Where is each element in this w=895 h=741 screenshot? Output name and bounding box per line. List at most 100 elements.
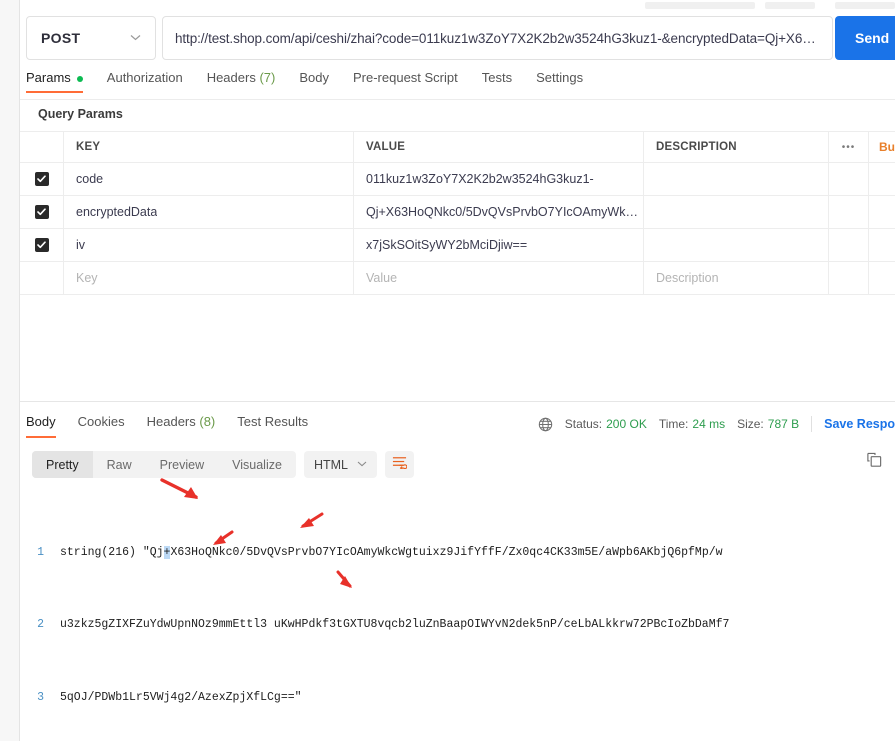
postman-request-response-view: POST http://test.shop.com/api/ceshi/zhai… — [0, 0, 895, 741]
top-strip-placeholders — [20, 0, 895, 12]
response-body-code[interactable]: 1 string(216) "Qj+X63HoQNkc0/5DvQVsPrvbO… — [32, 489, 891, 741]
header-checkbox-cell — [20, 132, 64, 162]
column-header-description: DESCRIPTION — [656, 141, 737, 153]
response-tab-test-results-label: Test Results — [237, 414, 309, 429]
response-tab-cookies[interactable]: Cookies — [78, 414, 125, 438]
tab-headers-label: Headers — [206, 70, 256, 85]
empty-row-options-cell — [829, 262, 869, 294]
table-row[interactable]: encryptedData Qj+X63HoQNkc0/5DvQVsPrvbO7… — [20, 196, 895, 229]
line-number: 1 — [37, 545, 44, 559]
param-key: code — [76, 172, 104, 186]
copy-response-button[interactable] — [866, 452, 883, 474]
tab-authorization[interactable]: Authorization — [107, 70, 183, 93]
tab-body-label: Body — [299, 70, 329, 85]
left-sidebar-rail — [0, 0, 20, 741]
tab-headers[interactable]: Headers (7) — [207, 70, 276, 93]
tab-params-label: Params — [26, 70, 71, 85]
body-format-select[interactable]: HTML — [303, 451, 377, 478]
time-label: Time: — [658, 417, 689, 431]
request-tabs: Params Authorization Headers (7) Body Pr… — [20, 70, 895, 100]
time-value: 24 ms — [692, 417, 726, 431]
row-bulk-cell — [869, 229, 895, 261]
top-placeholder-2 — [765, 2, 815, 9]
param-value: Qj+X63HoQNkc0/5DvQVsPrvbO7YIcOAmyWkc… — [366, 205, 643, 219]
size-label: Size: — [737, 417, 764, 431]
top-placeholder-3 — [835, 2, 895, 9]
param-key: iv — [76, 238, 86, 252]
send-button[interactable]: Send — [835, 16, 895, 60]
response-tab-cookies-label: Cookies — [77, 414, 125, 429]
param-key: encryptedData — [76, 205, 158, 219]
request-url-text: http://test.shop.com/api/ceshi/zhai?code… — [175, 30, 820, 46]
response-tabs: Body Cookies Headers (8) Test Results — [26, 414, 330, 438]
code-text: string(216) "Qj+X63HoQNkc0/5DvQVsPrvbO7Y… — [60, 544, 891, 562]
body-view-pretty[interactable]: Pretty — [32, 451, 93, 478]
table-row[interactable]: iv x7jSkSOitSyWY2bMciDjiw== — [20, 229, 895, 262]
request-bar: POST http://test.shop.com/api/ceshi/zhai… — [20, 16, 895, 62]
code-line: 1 string(216) "Qj+X63HoQNkc0/5DvQVsPrvbO… — [32, 544, 891, 562]
new-param-key-input[interactable]: Key — [76, 271, 98, 285]
tab-tests[interactable]: Tests — [482, 70, 512, 93]
row-bulk-cell — [869, 163, 895, 195]
tab-headers-count: (7) — [259, 70, 276, 85]
table-row-empty[interactable]: Key Value Description — [20, 262, 895, 295]
body-view-segmented-control: Pretty Raw Preview Visualize — [32, 451, 296, 478]
line-number: 2 — [37, 618, 44, 632]
tab-body[interactable]: Body — [299, 70, 329, 93]
status-value: 200 OK — [606, 417, 647, 431]
row-bulk-cell — [869, 196, 895, 228]
new-param-value-input[interactable]: Value — [366, 271, 397, 285]
tab-pre-request-script-label: Pre-request Script — [352, 70, 458, 85]
body-view-raw[interactable]: Raw — [93, 451, 146, 478]
params-modified-dot-icon — [76, 75, 83, 82]
line-number: 3 — [37, 691, 44, 705]
body-view-preview[interactable]: Preview — [146, 451, 218, 478]
http-method-label: POST — [41, 30, 81, 46]
row-checkbox-iv[interactable] — [34, 238, 49, 252]
chevron-down-icon — [357, 459, 367, 470]
save-response-button[interactable]: Save Respo — [824, 417, 895, 431]
response-body-toolbar: Pretty Raw Preview Visualize HTML — [32, 451, 414, 478]
request-url-input[interactable]: http://test.shop.com/api/ceshi/zhai?code… — [162, 16, 833, 60]
empty-row-bulk-cell — [869, 262, 895, 294]
response-tab-test-results[interactable]: Test Results — [237, 414, 308, 438]
code-text: u3zkz5gZIXFZuYdwUpnNOz9mmEttl3 uKwHPdkf3… — [60, 618, 730, 632]
column-header-key: KEY — [76, 141, 101, 153]
tab-settings[interactable]: Settings — [536, 70, 583, 93]
param-value: x7jSkSOitSyWY2bMciDjiw== — [366, 238, 528, 252]
globe-icon — [538, 417, 553, 432]
copy-icon — [866, 452, 883, 473]
empty-row-checkbox-cell — [20, 262, 64, 294]
tab-authorization-label: Authorization — [106, 70, 183, 85]
response-meta: Status: 200 OK Time: 24 ms Size: 787 B S… — [538, 416, 895, 432]
body-view-visualize[interactable]: Visualize — [218, 451, 296, 478]
tab-settings-label: Settings — [536, 70, 584, 85]
size-value: 787 B — [767, 417, 800, 431]
http-method-select[interactable]: POST — [26, 16, 156, 60]
code-segment: X63HoQNkc0/5DvQVsPrvbO7YIcOAmyWkcWgtuixz… — [170, 545, 723, 559]
wrap-lines-icon — [392, 455, 408, 474]
tab-tests-label: Tests — [481, 70, 513, 85]
row-checkbox-code[interactable] — [34, 172, 49, 186]
row-options-cell — [829, 163, 869, 195]
top-placeholder-1 — [645, 2, 755, 9]
more-options-icon[interactable]: ••• — [842, 142, 856, 153]
tabs-divider — [20, 99, 895, 100]
wrap-lines-button[interactable] — [384, 451, 414, 478]
meta-divider — [811, 416, 813, 432]
code-segment: string(216) "Qj — [60, 545, 164, 559]
response-tab-body[interactable]: Body — [26, 414, 56, 438]
response-tab-headers-count: (8) — [199, 414, 216, 429]
tab-params[interactable]: Params — [26, 70, 83, 93]
tab-pre-request-script[interactable]: Pre-request Script — [353, 70, 458, 93]
body-format-label: HTML — [313, 457, 348, 472]
response-tab-headers-label: Headers — [146, 414, 196, 429]
row-options-cell — [829, 229, 869, 261]
bulk-edit-link[interactable]: Bu — [879, 140, 895, 154]
table-header-row: KEY VALUE DESCRIPTION ••• Bu — [20, 131, 895, 163]
response-tab-body-label: Body — [26, 414, 56, 429]
new-param-description-input[interactable]: Description — [656, 271, 719, 285]
table-row[interactable]: code 011kuz1w3ZoY7X2K2b2w3524hG3kuz1- — [20, 163, 895, 196]
response-tab-headers[interactable]: Headers (8) — [147, 414, 216, 438]
row-checkbox-encrypteddata[interactable] — [34, 205, 49, 219]
